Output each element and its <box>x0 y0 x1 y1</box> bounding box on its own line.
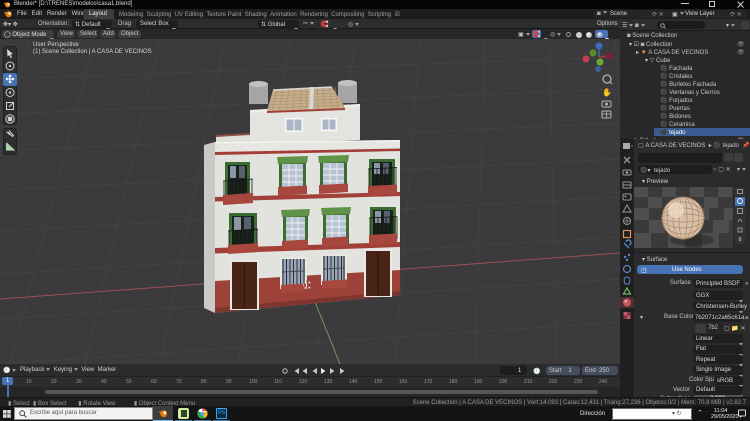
svg-text:✋: ✋ <box>602 87 612 97</box>
